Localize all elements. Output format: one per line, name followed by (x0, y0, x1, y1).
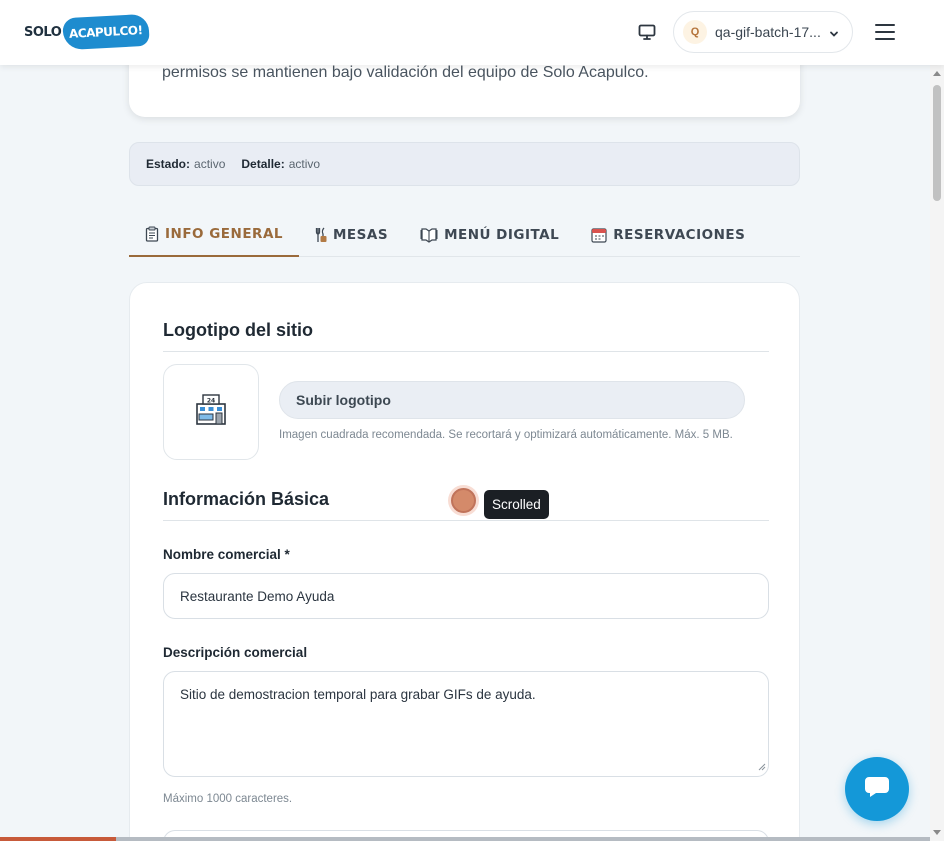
logo-solo-text: SOLO (24, 24, 62, 40)
svg-text:24: 24 (207, 397, 215, 404)
tab-menu-digital-label: MENÚ DIGITAL (444, 226, 560, 243)
section-tabs: INFO GENERAL MESAS MENÚ DIGITAL RESERVAC… (129, 213, 800, 257)
scrollbar-thumb[interactable] (933, 85, 941, 201)
business-description-label: Descripción comercial (163, 645, 308, 660)
tab-reservaciones[interactable]: RESERVACIONES (575, 213, 761, 256)
status-detalle-label: Detalle: (241, 157, 285, 171)
solo-acapulco-logo[interactable]: SOLO ACAPULCO! (24, 13, 150, 51)
status-detalle-value: activo (288, 157, 321, 171)
logo-acapulco-text: ACAPULCO! (62, 13, 150, 51)
tab-mesas-label: MESAS (333, 226, 389, 243)
status-estado-value: activo (194, 157, 226, 171)
business-description-textarea[interactable]: Sitio de demostracion temporal para grab… (163, 671, 769, 777)
scroll-down-arrow-icon[interactable] (933, 830, 941, 835)
resize-grip-icon[interactable] (758, 759, 766, 774)
hamburger-menu-icon[interactable] (872, 20, 898, 44)
business-name-input[interactable]: Restaurante Demo Ayuda (163, 573, 769, 619)
business-name-label: Nombre comercial * (163, 547, 290, 562)
upload-logo-label: Subir logotipo (296, 392, 391, 408)
logo-section-divider (163, 351, 769, 352)
upload-logo-hint: Imagen cuadrada recomendada. Se recortar… (279, 429, 733, 441)
top-navigation-bar: SOLO ACAPULCO! Q qa-gif-batch-17... (0, 0, 944, 65)
description-char-limit-hint: Máximo 1000 caracteres. (163, 793, 293, 805)
chat-bubble-icon (864, 775, 890, 804)
logo-section-title: Logotipo del sitio (163, 320, 313, 340)
dining-icon (315, 227, 327, 243)
tab-info-general[interactable]: INFO GENERAL (129, 213, 299, 257)
chat-button[interactable] (845, 757, 909, 821)
cursor-indicator (451, 488, 476, 513)
general-info-card: Logotipo del sitio 24 Subir logotipo Ima… (129, 282, 800, 841)
user-name: qa-gif-batch-17... (715, 24, 821, 40)
status-estado-label: Estado: (146, 157, 191, 171)
page-progress-bar (0, 837, 930, 841)
business-description-value: Sitio de demostracion temporal para grab… (180, 687, 536, 702)
tab-reservaciones-label: RESERVACIONES (613, 226, 746, 243)
basic-info-section-divider (163, 520, 769, 521)
basic-info-section-title: Información Básica (163, 489, 330, 509)
tab-mesas[interactable]: MESAS (299, 213, 404, 256)
upload-logo-button[interactable]: Subir logotipo (279, 381, 745, 419)
clipboard-icon (145, 226, 159, 242)
tab-info-general-label: INFO GENERAL (165, 226, 283, 242)
menu-book-icon (420, 227, 438, 243)
tab-menu-digital[interactable]: MENÚ DIGITAL (404, 213, 575, 256)
status-bar: Estado: activo Detalle: activo (129, 142, 800, 186)
calendar-icon (591, 227, 607, 243)
logo-preview[interactable]: 24 (163, 364, 259, 460)
page-scrollbar[interactable] (930, 65, 944, 841)
store-icon: 24 (193, 392, 229, 433)
page-progress-fill (0, 837, 117, 841)
user-account-dropdown[interactable]: Q qa-gif-batch-17... (673, 11, 853, 53)
avatar: Q (683, 20, 707, 44)
scroll-up-arrow-icon[interactable] (933, 71, 941, 76)
chevron-down-icon (829, 26, 839, 44)
monitor-icon[interactable] (633, 19, 661, 45)
scrolled-tooltip: Scrolled (484, 490, 549, 519)
intro-text: permisos se mantienen bajo validación de… (162, 64, 649, 81)
